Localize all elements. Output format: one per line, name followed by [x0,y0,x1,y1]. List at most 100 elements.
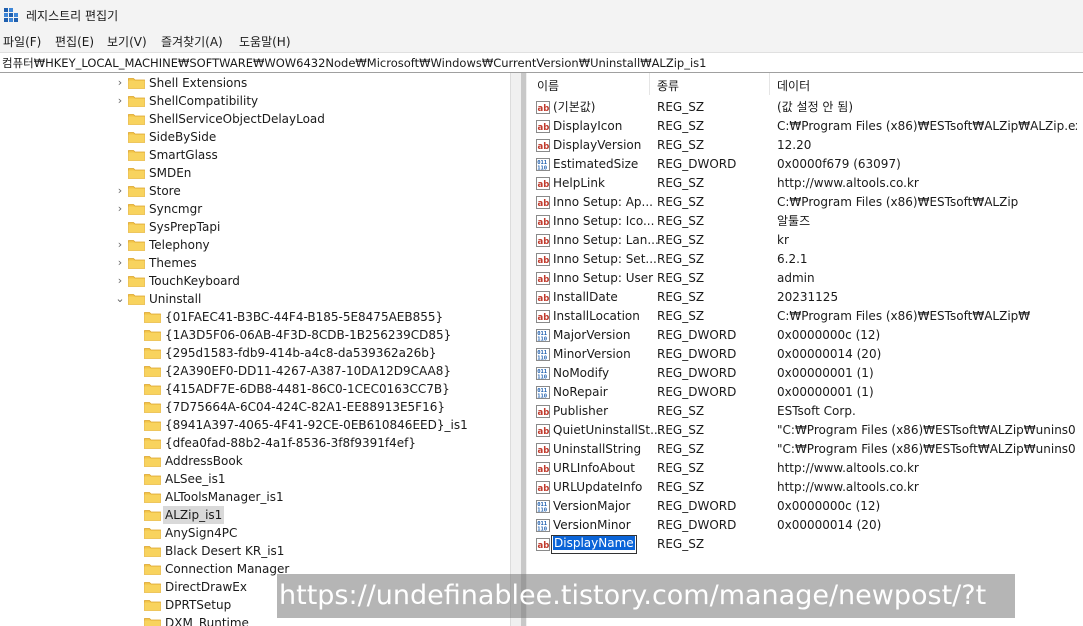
tree-item[interactable]: AddressBook [0,452,510,470]
tree-item-label[interactable]: Uninstall [147,290,203,308]
value-row[interactable]: ab InstallLocation REG_SZ C:₩Program Files … [528,307,1083,326]
value-row[interactable]: 011 110 MinorVersion REG_DWORD 0x00000014 (2… [528,345,1083,364]
tree-item-label[interactable]: AddressBook [163,452,245,470]
value-row[interactable]: 011 110 EstimatedSize REG_DWORD 0x0000f679 (… [528,155,1083,174]
value-row[interactable]: ab Publisher REG_SZ ESTsoft Corp. [528,402,1083,421]
tree-item[interactable]: Black Desert KR_is1 [0,542,510,560]
editing-row[interactable]: ab DisplayName REG_SZ [528,535,1083,554]
value-row[interactable]: 011 110 VersionMajor REG_DWORD 0x0000000c (1… [528,497,1083,516]
tree-item-label[interactable]: Telephony [147,236,212,254]
expand-chevron-icon[interactable]: › [115,254,125,272]
tree-item[interactable]: SmartGlass [0,146,510,164]
tree-item-label[interactable]: ALToolsManager_is1 [163,488,286,506]
tree-item-label[interactable]: Shell Extensions [147,74,249,92]
value-row[interactable]: ab (기본값) REG_SZ (값 설정 안 됨) [528,98,1083,117]
tree-item[interactable]: SysPrepTapi [0,218,510,236]
value-row[interactable]: ab QuietUninstallSt... REG_SZ "C:₩Program F… [528,421,1083,440]
tree-item[interactable]: › Shell Extensions [0,74,510,92]
tree-item[interactable]: › Store [0,182,510,200]
tree-item-label[interactable]: SMDEn [147,164,193,182]
expand-chevron-icon[interactable]: › [115,236,125,254]
value-row[interactable]: 011 110 VersionMinor REG_DWORD 0x00000014 (2… [528,516,1083,535]
tree-item-label[interactable]: {dfea0fad-88b2-4a1f-8536-3f8f9391f4ef} [163,434,418,452]
tree-item[interactable]: › TouchKeyboard [0,272,510,290]
value-row[interactable]: ab InstallDate REG_SZ 20231125 [528,288,1083,307]
expand-chevron-icon[interactable]: › [115,182,125,200]
tree-item-label[interactable]: {7D75664A-6C04-424C-82A1-EE88913E5F16} [163,398,447,416]
tree-item-label[interactable]: Connection Manager [163,560,291,578]
tree-item[interactable]: {8941A397-4065-4F41-92CE-0EB610846EED}_i… [0,416,510,434]
menu-favorites[interactable]: 즐겨찾기(A) [161,33,223,50]
value-row[interactable]: 011 110 MajorVersion REG_DWORD 0x0000000c (1… [528,326,1083,345]
tree-item[interactable]: ⌄ Uninstall [0,290,510,308]
value-row[interactable]: ab Inno Setup: Ap... REG_SZ C:₩Program File… [528,193,1083,212]
tree-item-label[interactable]: ALZip_is1 [163,506,225,524]
tree-item[interactable]: ALSee_is1 [0,470,510,488]
value-row[interactable]: 011 110 NoModify REG_DWORD 0x00000001 (1) [528,364,1083,383]
tree-item[interactable]: › Telephony [0,236,510,254]
tree-item-label[interactable]: {295d1583-fdb9-414b-a4c8-da539362a26b} [163,344,439,362]
tree-item[interactable]: › Themes [0,254,510,272]
menu-file[interactable]: 파일(F) [3,33,41,50]
column-divider[interactable] [649,73,650,95]
tree-item-label[interactable]: {01FAEC41-B3BC-44F4-B185-5E8475AEB855} [163,308,445,326]
key-tree[interactable]: › Shell Extensions › ShellCompatibility Shel… [0,73,510,626]
tree-item-label[interactable]: {2A390EF0-DD11-4267-A387-10DA12D9CAA8} [163,362,453,380]
tree-item[interactable]: {415ADF7E-6DB8-4481-86C0-1CEC0163CC7B} [0,380,510,398]
tree-item[interactable]: ALZip_is1 [0,506,510,524]
tree-item-label[interactable]: DXM_Runtime [163,614,251,626]
tree-item-label[interactable]: SysPrepTapi [147,218,222,236]
tree-item[interactable]: SMDEn [0,164,510,182]
column-header-type[interactable]: 종류 [657,77,679,94]
value-row[interactable]: ab Inno Setup: User REG_SZ admin [528,269,1083,288]
tree-item[interactable]: SideBySide [0,128,510,146]
value-row[interactable]: ab Inno Setup: Lan... REG_SZ kr [528,231,1083,250]
tree-item[interactable]: {dfea0fad-88b2-4a1f-8536-3f8f9391f4ef} [0,434,510,452]
tree-item-label[interactable]: SmartGlass [147,146,220,164]
tree-item-label[interactable]: TouchKeyboard [147,272,242,290]
tree-item-label[interactable]: {415ADF7E-6DB8-4481-86C0-1CEC0163CC7B} [163,380,452,398]
tree-item-label[interactable]: DirectDrawEx [163,578,249,596]
tree-item[interactable]: › ShellCompatibility [0,92,510,110]
value-row[interactable]: ab UninstallString REG_SZ "C:₩Program Files… [528,440,1083,459]
expand-chevron-icon[interactable]: › [115,272,125,290]
address-bar[interactable]: 컴퓨터₩HKEY_LOCAL_MACHINE₩SOFTWARE₩WOW6432N… [0,52,1083,73]
tree-item[interactable]: {295d1583-fdb9-414b-a4c8-da539362a26b} [0,344,510,362]
menu-view[interactable]: 보기(V) [107,33,147,50]
tree-item[interactable]: {2A390EF0-DD11-4267-A387-10DA12D9CAA8} [0,362,510,380]
value-row[interactable]: ab Inno Setup: Set... REG_SZ 6.2.1 [528,250,1083,269]
tree-item[interactable]: ALToolsManager_is1 [0,488,510,506]
tree-item-label[interactable]: Black Desert KR_is1 [163,542,286,560]
tree-item-label[interactable]: AnySign4PC [163,524,239,542]
value-row[interactable]: ab URLInfoAbout REG_SZ http://www.altools.c… [528,459,1083,478]
tree-item-label[interactable]: DPRTSetup [163,596,233,614]
rename-input-text[interactable]: DisplayName [553,536,635,550]
column-divider[interactable] [769,73,770,95]
value-row[interactable]: ab URLUpdateInfo REG_SZ http://www.altools.… [528,478,1083,497]
tree-item-label[interactable]: SideBySide [147,128,218,146]
tree-item[interactable]: {01FAEC41-B3BC-44F4-B185-5E8475AEB855} [0,308,510,326]
value-list[interactable]: 이름 종류 데이터 ab (기본값) REG_SZ (값 설정 안 됨) ab Displ… [528,73,1083,626]
rename-input[interactable]: DisplayName [551,535,637,554]
tree-item[interactable]: {7D75664A-6C04-424C-82A1-EE88913E5F16} [0,398,510,416]
column-header-name[interactable]: 이름 [537,77,559,94]
collapse-chevron-icon[interactable]: ⌄ [115,290,125,308]
expand-chevron-icon[interactable]: › [115,92,125,110]
tree-item-label[interactable]: Themes [147,254,199,272]
tree-item-label[interactable]: ShellCompatibility [147,92,260,110]
tree-item-label[interactable]: Syncmgr [147,200,204,218]
value-row[interactable]: 011 110 NoRepair REG_DWORD 0x00000001 (1) [528,383,1083,402]
tree-item-label[interactable]: ALSee_is1 [163,470,228,488]
value-row[interactable]: ab DisplayIcon REG_SZ C:₩Program Files (x86… [528,117,1083,136]
tree-item[interactable]: ShellServiceObjectDelayLoad [0,110,510,128]
menu-help[interactable]: 도움말(H) [239,33,291,50]
expand-chevron-icon[interactable]: › [115,200,125,218]
tree-item[interactable]: › Syncmgr [0,200,510,218]
tree-item[interactable]: {1A3D5F06-06AB-4F3D-8CDB-1B256239CD85} [0,326,510,344]
tree-item-label[interactable]: Store [147,182,183,200]
tree-item-label[interactable]: {1A3D5F06-06AB-4F3D-8CDB-1B256239CD85} [163,326,453,344]
expand-chevron-icon[interactable]: › [115,74,125,92]
address-path[interactable]: 컴퓨터₩HKEY_LOCAL_MACHINE₩SOFTWARE₩WOW6432N… [2,55,706,71]
value-row[interactable]: ab Inno Setup: Ico... REG_SZ 알툴즈 [528,212,1083,231]
tree-item-label[interactable]: ShellServiceObjectDelayLoad [147,110,327,128]
